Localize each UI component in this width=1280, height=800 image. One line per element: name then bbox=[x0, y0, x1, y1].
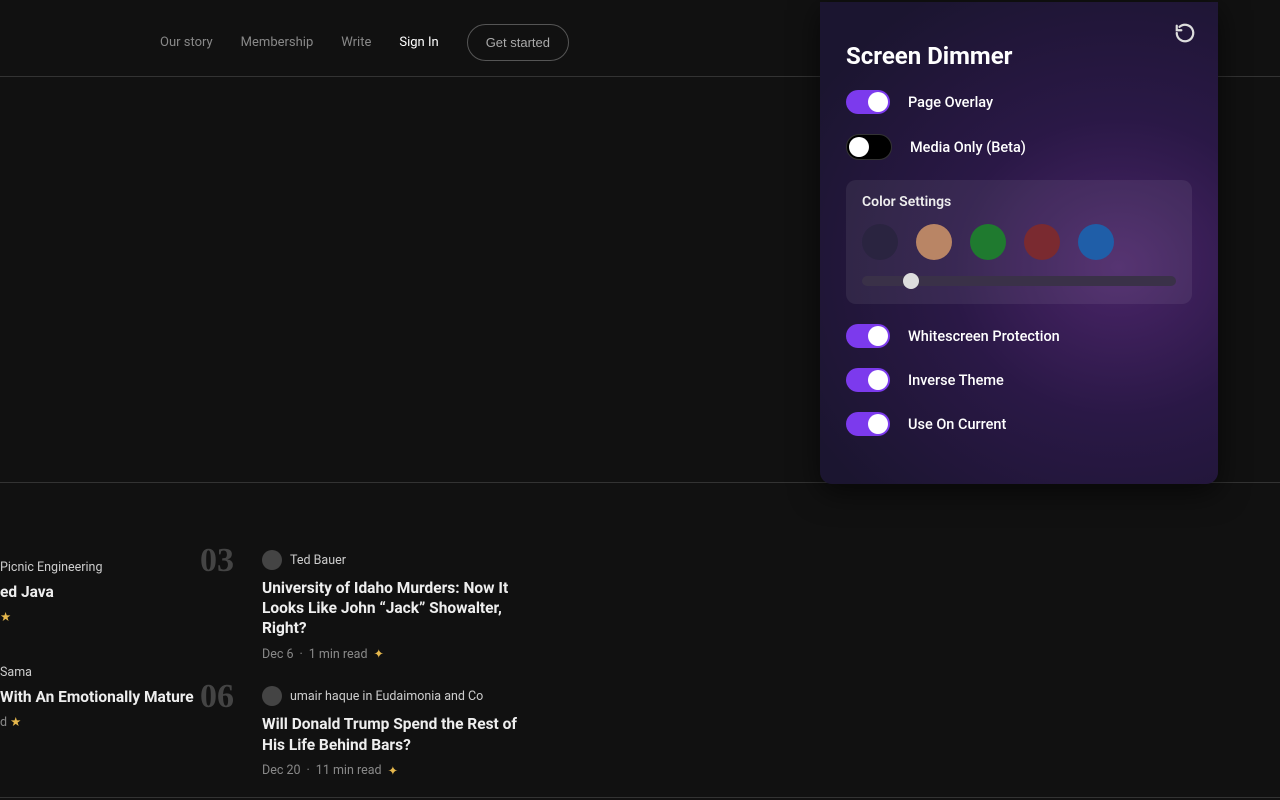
toggle-inverse-theme[interactable] bbox=[846, 368, 890, 392]
trending-rank: 03 bbox=[200, 542, 234, 580]
toggle-label: Page Overlay bbox=[908, 94, 993, 111]
color-swatch[interactable] bbox=[970, 224, 1006, 260]
article-title[interactable]: Will Donald Trump Spend the Rest of His … bbox=[262, 714, 542, 754]
footer-divider bbox=[0, 797, 1280, 798]
author-avatar[interactable] bbox=[262, 686, 282, 706]
toggle-use-on-current[interactable] bbox=[846, 412, 890, 436]
color-swatch[interactable] bbox=[862, 224, 898, 260]
color-swatch[interactable] bbox=[916, 224, 952, 260]
nav-sign-in[interactable]: Sign In bbox=[399, 35, 438, 50]
color-settings-panel: Color Settings bbox=[846, 180, 1192, 304]
article-meta: Dec 6 · 1 min read ✦ bbox=[262, 646, 560, 662]
screen-dimmer-popup: Screen Dimmer Page Overlay Media Only (B… bbox=[820, 2, 1218, 484]
toggle-label: Inverse Theme bbox=[908, 372, 1004, 389]
trending-item: 03 Ted Bauer University of Idaho Murders… bbox=[0, 550, 560, 662]
color-swatch[interactable] bbox=[1078, 224, 1114, 260]
toggle-whitescreen[interactable] bbox=[846, 324, 890, 348]
nav-membership[interactable]: Membership bbox=[241, 35, 314, 50]
refresh-icon[interactable] bbox=[1174, 22, 1196, 44]
author-name[interactable]: umair haque in Eudaimonia and Co bbox=[290, 689, 483, 704]
toggle-media-only[interactable] bbox=[846, 134, 892, 160]
trending-item: 06 umair haque in Eudaimonia and Co Will… bbox=[0, 686, 560, 786]
trending-list: 03 Ted Bauer University of Idaho Murders… bbox=[0, 550, 560, 800]
nav-write[interactable]: Write bbox=[341, 35, 371, 50]
author-name[interactable]: Ted Bauer bbox=[290, 553, 346, 568]
popup-title: Screen Dimmer bbox=[846, 42, 1192, 70]
get-started-button[interactable]: Get started bbox=[467, 24, 569, 61]
toggle-page-overlay[interactable] bbox=[846, 90, 890, 114]
slider-thumb[interactable] bbox=[903, 273, 919, 289]
color-swatch[interactable] bbox=[1024, 224, 1060, 260]
color-swatches bbox=[862, 224, 1176, 260]
member-star-icon: ✦ bbox=[374, 646, 384, 662]
member-star-icon: ✦ bbox=[388, 763, 398, 779]
article-title[interactable]: University of Idaho Murders: Now It Look… bbox=[262, 578, 542, 638]
nav-our-story[interactable]: Our story bbox=[160, 35, 213, 50]
author-avatar[interactable] bbox=[262, 550, 282, 570]
toggle-label: Whitescreen Protection bbox=[908, 328, 1060, 345]
color-settings-title: Color Settings bbox=[862, 194, 1176, 210]
intensity-slider[interactable] bbox=[862, 276, 1176, 286]
toggle-label: Media Only (Beta) bbox=[910, 139, 1026, 156]
trending-rank: 06 bbox=[200, 678, 234, 716]
toggle-label: Use On Current bbox=[908, 416, 1006, 433]
article-meta: Dec 20 · 11 min read ✦ bbox=[262, 763, 560, 779]
